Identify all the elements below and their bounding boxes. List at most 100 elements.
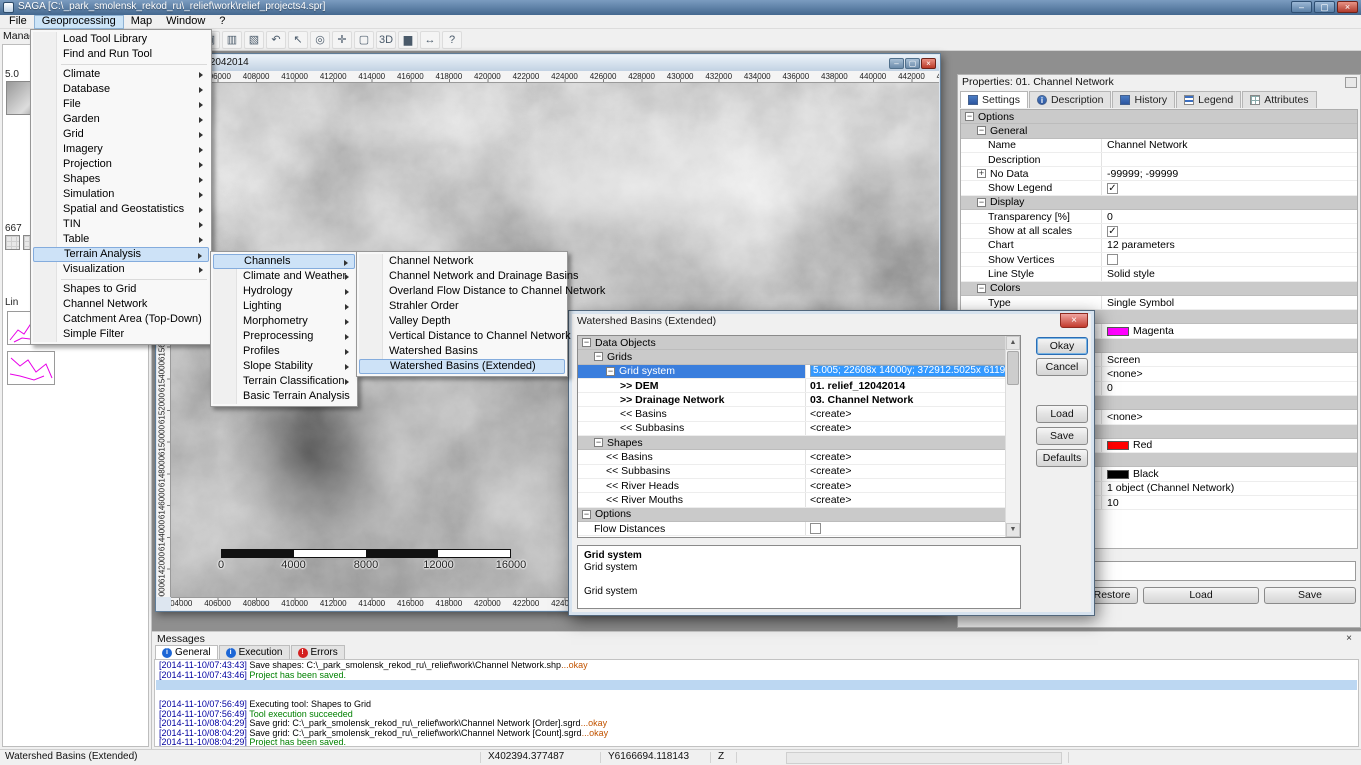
tree-item-lines[interactable]: Lin <box>5 297 18 308</box>
tab-legend[interactable]: Legend <box>1176 91 1241 108</box>
tab-settings[interactable]: Settings <box>960 91 1028 108</box>
tree-item-count[interactable]: 667 <box>5 223 22 234</box>
menu-item-tin[interactable]: TIN <box>33 217 209 232</box>
param-row[interactable]: << River Mouths<create> <box>578 493 1005 507</box>
menu-item-strahler-order[interactable]: Strahler Order <box>359 299 565 314</box>
property-row[interactable]: Show Legend <box>961 181 1357 195</box>
menu-item-catchment-area[interactable]: Catchment Area (Top-Down) <box>33 312 209 327</box>
menu-item-terrain-analysis[interactable]: Terrain Analysis <box>33 247 209 262</box>
map-maximize-button[interactable]: ▢ <box>905 58 920 69</box>
property-section[interactable]: Colors <box>961 282 1357 296</box>
menu-item-terrain-classification[interactable]: Terrain Classification <box>213 374 355 389</box>
property-section[interactable]: General <box>961 124 1357 138</box>
menu-item-simulation[interactable]: Simulation <box>33 187 209 202</box>
menu-window[interactable]: Window <box>159 15 212 29</box>
menu-item-vertical-distance[interactable]: Vertical Distance to Channel Network <box>359 329 565 344</box>
property-row[interactable]: Line StyleSolid style <box>961 267 1357 281</box>
collapse-icon[interactable] <box>977 126 986 135</box>
load-button[interactable]: Load <box>1143 587 1259 604</box>
menu-item-basic-terrain-analysis[interactable]: Basic Terrain Analysis <box>213 389 355 404</box>
view-3d-icon[interactable]: 3D <box>376 31 396 49</box>
checkbox-unchecked[interactable] <box>810 523 821 534</box>
scrollbar-thumb[interactable] <box>1007 351 1019 385</box>
menu-item-visualization[interactable]: Visualization <box>33 262 209 277</box>
param-row[interactable]: >> Drainage Network03. Channel Network <box>578 393 1005 407</box>
property-row[interactable]: Show Vertices <box>961 253 1357 267</box>
checkbox-unchecked[interactable] <box>1107 254 1118 265</box>
tree-item-grid-system[interactable]: 5.0 <box>5 69 19 80</box>
expand-icon[interactable] <box>977 169 986 178</box>
menu-item-find-and-run-tool[interactable]: Find and Run Tool <box>33 47 209 62</box>
menu-item-channel-network[interactable]: Channel Network <box>359 254 565 269</box>
dialog-save-button[interactable]: Save <box>1036 427 1088 445</box>
menu-item-profiles[interactable]: Profiles <box>213 344 355 359</box>
collapse-icon[interactable] <box>594 352 603 361</box>
close-button[interactable]: × <box>1337 1 1358 13</box>
save-button[interactable]: Save <box>1264 587 1356 604</box>
panel-pin-icon[interactable] <box>1345 77 1357 88</box>
property-row[interactable]: TypeSingle Symbol <box>961 296 1357 310</box>
param-section[interactable]: Options <box>578 508 1005 522</box>
undo-icon[interactable]: ↶ <box>266 31 286 49</box>
grid-system-combobox[interactable]: 5.005; 22608x 14000y; 372912.5025x 61192… <box>810 365 1005 377</box>
tab-description[interactable]: Description <box>1029 91 1112 108</box>
tab-execution[interactable]: Execution <box>219 645 290 659</box>
collapse-icon[interactable] <box>594 438 603 447</box>
color-swatch[interactable] <box>1107 470 1129 479</box>
map-window-titlebar[interactable]: relief_12042014 – ▢ × <box>157 55 939 71</box>
color-swatch[interactable] <box>1107 441 1129 450</box>
clipboard-icon[interactable]: ▧ <box>244 31 264 49</box>
menu-item-watershed-basins[interactable]: Watershed Basins <box>359 344 565 359</box>
menu-item-simple-filter[interactable]: Simple Filter <box>33 327 209 342</box>
menu-item-overland-flow-distance[interactable]: Overland Flow Distance to Channel Networ… <box>359 284 565 299</box>
checkbox-checked[interactable] <box>1107 226 1118 237</box>
property-row[interactable]: Transparency [%]0 <box>961 210 1357 224</box>
chart-icon[interactable]: ▆ <box>398 31 418 49</box>
okay-button[interactable]: Okay <box>1036 337 1088 355</box>
menu-file[interactable]: File <box>2 15 34 29</box>
menu-item-hydrology[interactable]: Hydrology <box>213 284 355 299</box>
zoom-tool-icon[interactable]: ◎ <box>310 31 330 49</box>
param-section[interactable]: Grids <box>578 350 1005 364</box>
property-row[interactable]: NameChannel Network <box>961 139 1357 153</box>
param-section[interactable]: Data Objects <box>578 336 1005 350</box>
menu-item-garden[interactable]: Garden <box>33 112 209 127</box>
param-row[interactable]: << Subbasins<create> <box>578 422 1005 436</box>
dialog-close-button[interactable]: × <box>1060 313 1088 328</box>
scroll-down-icon[interactable]: ▼ <box>1006 523 1020 537</box>
collapse-icon[interactable] <box>977 198 986 207</box>
scroll-up-icon[interactable]: ▲ <box>1006 336 1020 350</box>
defaults-button[interactable]: Defaults <box>1036 449 1088 467</box>
pointer-tool-icon[interactable]: ↖ <box>288 31 308 49</box>
param-row[interactable]: Flow Distances <box>578 522 1005 536</box>
map-minimize-button[interactable]: – <box>889 58 904 69</box>
menu-item-channel-network-and-drainage-basins[interactable]: Channel Network and Drainage Basins <box>359 269 565 284</box>
menu-item-lighting[interactable]: Lighting <box>213 299 355 314</box>
help-icon[interactable]: ? <box>442 31 462 49</box>
tab-attributes[interactable]: Attributes <box>1242 91 1316 108</box>
tab-history[interactable]: History <box>1112 91 1175 108</box>
property-section[interactable]: Options <box>961 110 1357 124</box>
collapse-icon[interactable] <box>965 112 974 121</box>
menu-item-shapes-to-grid[interactable]: Shapes to Grid <box>33 282 209 297</box>
messages-close-icon[interactable]: × <box>1343 633 1355 644</box>
menu-help[interactable]: ? <box>212 15 232 29</box>
dialog-load-button[interactable]: Load <box>1036 405 1088 423</box>
scrollbar[interactable]: ▲ ▼ <box>1005 336 1020 537</box>
property-section[interactable]: Display <box>961 196 1357 210</box>
select-region-icon[interactable]: ▢ <box>354 31 374 49</box>
menu-item-valley-depth[interactable]: Valley Depth <box>359 314 565 329</box>
menu-item-spatial-and-geostatistics[interactable]: Spatial and Geostatistics <box>33 202 209 217</box>
menu-item-climate-and-weather[interactable]: Climate and Weather <box>213 269 355 284</box>
menu-item-climate[interactable]: Climate <box>33 67 209 82</box>
menu-item-file[interactable]: File <box>33 97 209 112</box>
param-row[interactable]: << Basins<create> <box>578 450 1005 464</box>
menu-item-channels[interactable]: Channels <box>213 254 355 269</box>
property-row[interactable]: Show at all scales <box>961 224 1357 238</box>
property-row[interactable]: Chart12 parameters <box>961 239 1357 253</box>
color-swatch[interactable] <box>1107 327 1129 336</box>
menu-item-imagery[interactable]: Imagery <box>33 142 209 157</box>
menu-item-slope-stability[interactable]: Slope Stability <box>213 359 355 374</box>
maximize-button[interactable]: ▢ <box>1314 1 1335 13</box>
menu-item-preprocessing[interactable]: Preprocessing <box>213 329 355 344</box>
